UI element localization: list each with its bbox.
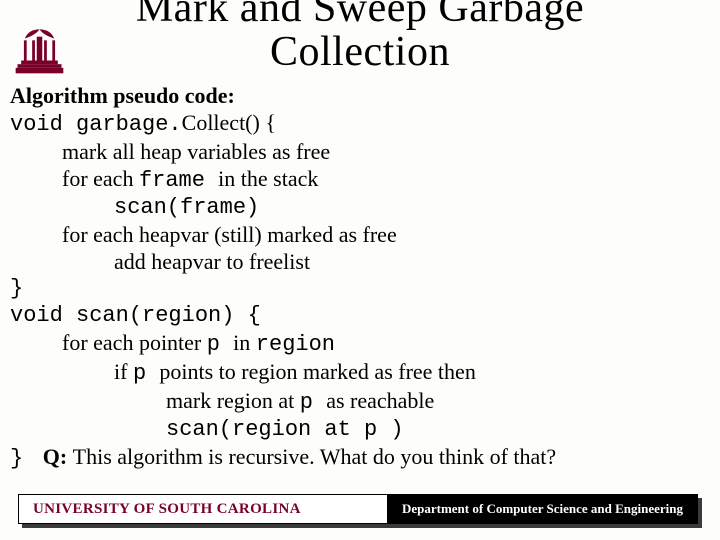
- title-line-2: Collection: [270, 29, 450, 75]
- code-line-2: mark all heap variables as free: [10, 138, 710, 165]
- slide: Mark and Sweep Garbage Collection Algori…: [0, 0, 720, 540]
- code-line-11: mark region at p as reachable: [10, 387, 710, 416]
- closing-brace: }: [10, 446, 23, 471]
- code-line-1: void garbage.Collect() {: [10, 109, 710, 138]
- title-line-1: Mark and Sweep Garbage: [136, 0, 584, 31]
- code-line-4: scan(frame): [10, 194, 710, 221]
- department-name: Department of Computer Science and Engin…: [402, 501, 683, 517]
- university-name: UNIVERSITY OF SOUTH CAROLINA: [33, 501, 301, 518]
- code-line-3: for each frame in the stack: [10, 165, 710, 194]
- slide-body: Algorithm pseudo code: void garbage.Coll…: [10, 82, 710, 472]
- code-line-10: if p points to region marked as free the…: [10, 358, 710, 387]
- pseudocode-heading: Algorithm pseudo code:: [10, 82, 710, 109]
- code-line-7: }: [10, 275, 710, 302]
- code-line-9: for each pointer p in region: [10, 329, 710, 358]
- code-line-13-and-question: } Q: This algorithm is recursive. What d…: [10, 443, 710, 472]
- question: Q: This algorithm is recursive. What do …: [43, 444, 556, 469]
- code-line-6: add heapvar to freelist: [10, 248, 710, 275]
- slide-title: Mark and Sweep Garbage Collection: [0, 0, 720, 74]
- code-line-5: for each heapvar (still) marked as free: [10, 221, 710, 248]
- footer-left: UNIVERSITY OF SOUTH CAROLINA: [18, 494, 388, 524]
- footer: UNIVERSITY OF SOUTH CAROLINA Department …: [18, 494, 702, 528]
- footer-right: Department of Computer Science and Engin…: [387, 494, 698, 524]
- code-line-8: void scan(region) {: [10, 302, 710, 329]
- code-line-12: scan(region at p ): [10, 416, 710, 443]
